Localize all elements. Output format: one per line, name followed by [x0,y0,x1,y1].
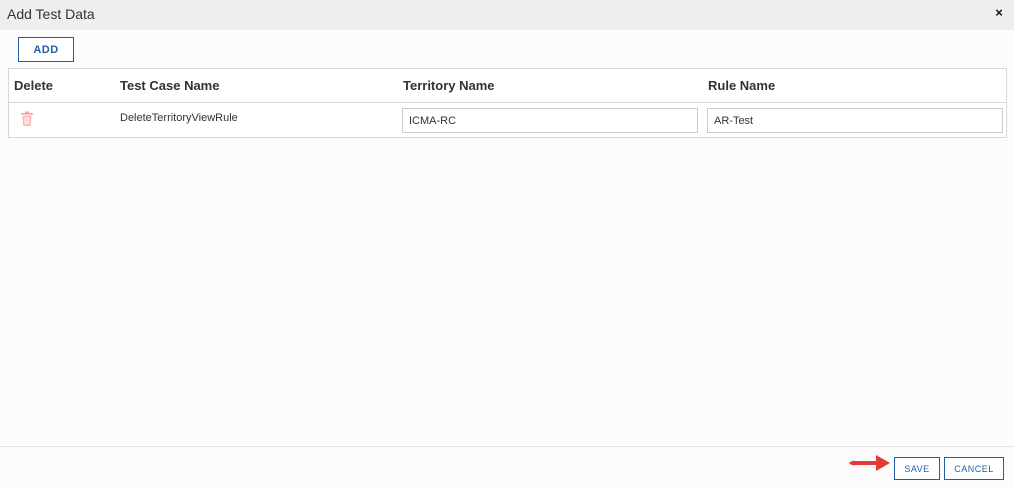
save-button[interactable]: SAVE [894,457,940,480]
dialog-title: Add Test Data [7,6,95,22]
grid-header: Delete Test Case Name Territory Name Rul… [9,69,1006,103]
column-header-test-case-name: Test Case Name [120,78,220,93]
test-case-name-cell: DeleteTerritoryViewRule [120,112,238,124]
cancel-button[interactable]: CANCEL [944,457,1004,480]
add-test-data-dialog: Add Test Data × ADD Delete Test Case Nam… [0,0,1014,488]
annotation-arrow-icon [849,455,890,471]
trash-icon-glyph [21,111,33,126]
dialog-titlebar: Add Test Data × [0,0,1014,30]
test-data-grid: Delete Test Case Name Territory Name Rul… [8,68,1007,138]
dialog-footer: SAVE CANCEL [0,446,1014,488]
add-button[interactable]: ADD [18,37,74,62]
column-header-delete: Delete [14,78,54,93]
close-button[interactable]: × [992,5,1006,21]
trash-icon[interactable] [20,111,34,127]
column-header-rule-name: Rule Name [708,78,776,93]
territory-name-input[interactable] [402,108,698,133]
column-header-territory-name: Territory Name [403,78,495,93]
rule-name-input[interactable] [707,108,1003,133]
table-row: DeleteTerritoryViewRule [9,103,1006,137]
